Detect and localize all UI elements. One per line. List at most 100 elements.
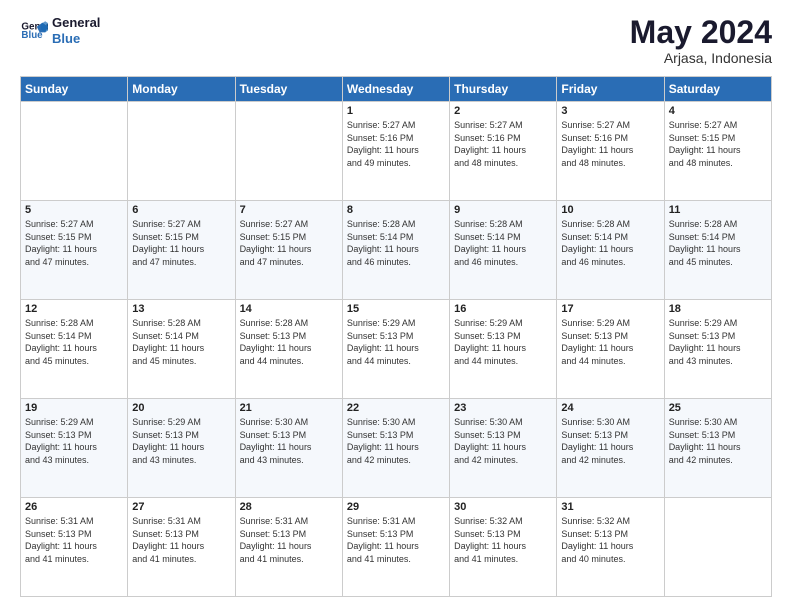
calendar-cell: 12 Sunrise: 5:28 AM Sunset: 5:14 PM Dayli… [21, 300, 128, 399]
day-info: Sunrise: 5:32 AM Sunset: 5:13 PM Dayligh… [561, 515, 659, 565]
calendar-cell: 5 Sunrise: 5:27 AM Sunset: 5:15 PM Daylig… [21, 201, 128, 300]
day-number: 8 [347, 204, 445, 216]
calendar-cell: 30 Sunrise: 5:32 AM Sunset: 5:13 PM Dayli… [450, 498, 557, 597]
header: General Blue General Blue May 2024 Arjas… [20, 15, 772, 66]
day-info: Sunrise: 5:28 AM Sunset: 5:14 PM Dayligh… [454, 218, 552, 268]
day-number: 23 [454, 402, 552, 414]
calendar-cell: 16 Sunrise: 5:29 AM Sunset: 5:13 PM Dayli… [450, 300, 557, 399]
day-info: Sunrise: 5:28 AM Sunset: 5:13 PM Dayligh… [240, 317, 338, 367]
calendar-cell: 14 Sunrise: 5:28 AM Sunset: 5:13 PM Dayli… [235, 300, 342, 399]
calendar-cell [128, 102, 235, 201]
day-info: Sunrise: 5:31 AM Sunset: 5:13 PM Dayligh… [132, 515, 230, 565]
calendar-cell: 21 Sunrise: 5:30 AM Sunset: 5:13 PM Dayli… [235, 399, 342, 498]
calendar-cell: 23 Sunrise: 5:30 AM Sunset: 5:13 PM Dayli… [450, 399, 557, 498]
week-row-4: 19 Sunrise: 5:29 AM Sunset: 5:13 PM Dayli… [21, 399, 772, 498]
calendar-cell [235, 102, 342, 201]
day-info: Sunrise: 5:30 AM Sunset: 5:13 PM Dayligh… [240, 416, 338, 466]
day-info: Sunrise: 5:31 AM Sunset: 5:13 PM Dayligh… [25, 515, 123, 565]
day-number: 17 [561, 303, 659, 315]
week-row-5: 26 Sunrise: 5:31 AM Sunset: 5:13 PM Dayli… [21, 498, 772, 597]
day-number: 26 [25, 501, 123, 513]
day-info: Sunrise: 5:29 AM Sunset: 5:13 PM Dayligh… [669, 317, 767, 367]
day-info: Sunrise: 5:29 AM Sunset: 5:13 PM Dayligh… [561, 317, 659, 367]
day-number: 24 [561, 402, 659, 414]
day-number: 31 [561, 501, 659, 513]
header-thursday: Thursday [450, 77, 557, 102]
day-info: Sunrise: 5:27 AM Sunset: 5:16 PM Dayligh… [561, 119, 659, 169]
day-number: 25 [669, 402, 767, 414]
calendar-cell: 9 Sunrise: 5:28 AM Sunset: 5:14 PM Daylig… [450, 201, 557, 300]
day-info: Sunrise: 5:28 AM Sunset: 5:14 PM Dayligh… [347, 218, 445, 268]
day-number: 30 [454, 501, 552, 513]
calendar-cell: 15Sunrise: 5:29 AM Sunset: 5:13 PM Dayli… [342, 300, 449, 399]
day-number: 10 [561, 204, 659, 216]
header-saturday: Saturday [664, 77, 771, 102]
day-number: 5 [25, 204, 123, 216]
day-info: Sunrise: 5:27 AM Sunset: 5:15 PM Dayligh… [25, 218, 123, 268]
day-info: Sunrise: 5:29 AM Sunset: 5:13 PM Dayligh… [132, 416, 230, 466]
calendar-cell: 24 Sunrise: 5:30 AM Sunset: 5:13 PM Dayli… [557, 399, 664, 498]
day-info: Sunrise: 5:27 AM Sunset: 5:15 PM Dayligh… [240, 218, 338, 268]
calendar-cell: 13Sunrise: 5:28 AM Sunset: 5:14 PM Dayli… [128, 300, 235, 399]
day-info: Sunrise: 5:29 AM Sunset: 5:13 PM Dayligh… [454, 317, 552, 367]
month-title: May 2024 [630, 15, 772, 50]
day-info: Sunrise: 5:32 AM Sunset: 5:13 PM Dayligh… [454, 515, 552, 565]
calendar-cell: 7 Sunrise: 5:27 AM Sunset: 5:15 PM Daylig… [235, 201, 342, 300]
week-row-3: 12 Sunrise: 5:28 AM Sunset: 5:14 PM Dayli… [21, 300, 772, 399]
week-row-2: 5 Sunrise: 5:27 AM Sunset: 5:15 PM Daylig… [21, 201, 772, 300]
day-number: 1 [347, 105, 445, 117]
calendar-cell: 3Sunrise: 5:27 AM Sunset: 5:16 PM Daylig… [557, 102, 664, 201]
calendar-cell [664, 498, 771, 597]
calendar-cell: 17 Sunrise: 5:29 AM Sunset: 5:13 PM Dayli… [557, 300, 664, 399]
day-info: Sunrise: 5:28 AM Sunset: 5:14 PM Dayligh… [132, 317, 230, 367]
header-sunday: Sunday [21, 77, 128, 102]
day-number: 16 [454, 303, 552, 315]
day-number: 4 [669, 105, 767, 117]
calendar-cell: 6 Sunrise: 5:27 AM Sunset: 5:15 PM Daylig… [128, 201, 235, 300]
calendar-cell: 11Sunrise: 5:28 AM Sunset: 5:14 PM Dayli… [664, 201, 771, 300]
calendar-cell: 26 Sunrise: 5:31 AM Sunset: 5:13 PM Dayli… [21, 498, 128, 597]
calendar-cell: 31 Sunrise: 5:32 AM Sunset: 5:13 PM Dayli… [557, 498, 664, 597]
day-info: Sunrise: 5:30 AM Sunset: 5:13 PM Dayligh… [669, 416, 767, 466]
day-info: Sunrise: 5:27 AM Sunset: 5:16 PM Dayligh… [347, 119, 445, 169]
day-info: Sunrise: 5:27 AM Sunset: 5:15 PM Dayligh… [132, 218, 230, 268]
title-block: May 2024 Arjasa, Indonesia [630, 15, 772, 66]
day-info: Sunrise: 5:31 AM Sunset: 5:13 PM Dayligh… [347, 515, 445, 565]
day-info: Sunrise: 5:30 AM Sunset: 5:13 PM Dayligh… [561, 416, 659, 466]
day-number: 27 [132, 501, 230, 513]
day-number: 14 [240, 303, 338, 315]
header-monday: Monday [128, 77, 235, 102]
week-row-1: 1 Sunrise: 5:27 AM Sunset: 5:16 PM Daylig… [21, 102, 772, 201]
day-number: 12 [25, 303, 123, 315]
day-number: 2 [454, 105, 552, 117]
day-number: 19 [25, 402, 123, 414]
day-number: 6 [132, 204, 230, 216]
day-info: Sunrise: 5:28 AM Sunset: 5:14 PM Dayligh… [25, 317, 123, 367]
day-number: 21 [240, 402, 338, 414]
calendar-page: General Blue General Blue May 2024 Arjas… [0, 0, 792, 612]
calendar-cell: 10 Sunrise: 5:28 AM Sunset: 5:14 PM Dayli… [557, 201, 664, 300]
header-tuesday: Tuesday [235, 77, 342, 102]
day-number: 28 [240, 501, 338, 513]
day-info: Sunrise: 5:30 AM Sunset: 5:13 PM Dayligh… [454, 416, 552, 466]
calendar-cell: 8 Sunrise: 5:28 AM Sunset: 5:14 PM Daylig… [342, 201, 449, 300]
day-number: 29 [347, 501, 445, 513]
day-number: 18 [669, 303, 767, 315]
header-wednesday: Wednesday [342, 77, 449, 102]
calendar-cell: 25 Sunrise: 5:30 AM Sunset: 5:13 PM Dayli… [664, 399, 771, 498]
calendar-cell: 29 Sunrise: 5:31 AM Sunset: 5:13 PM Dayli… [342, 498, 449, 597]
calendar-cell: 27 Sunrise: 5:31 AM Sunset: 5:13 PM Dayli… [128, 498, 235, 597]
day-number: 15 [347, 303, 445, 315]
day-info: Sunrise: 5:31 AM Sunset: 5:13 PM Dayligh… [240, 515, 338, 565]
calendar-cell: 1 Sunrise: 5:27 AM Sunset: 5:16 PM Daylig… [342, 102, 449, 201]
day-info: Sunrise: 5:28 AM Sunset: 5:14 PM Dayligh… [561, 218, 659, 268]
calendar-cell: 4Sunrise: 5:27 AM Sunset: 5:15 PM Daylig… [664, 102, 771, 201]
calendar-cell: 20 Sunrise: 5:29 AM Sunset: 5:13 PM Dayli… [128, 399, 235, 498]
day-number: 20 [132, 402, 230, 414]
day-info: Sunrise: 5:30 AM Sunset: 5:13 PM Dayligh… [347, 416, 445, 466]
calendar-cell: 28 Sunrise: 5:31 AM Sunset: 5:13 PM Dayli… [235, 498, 342, 597]
day-number: 7 [240, 204, 338, 216]
day-number: 9 [454, 204, 552, 216]
day-info: Sunrise: 5:27 AM Sunset: 5:16 PM Dayligh… [454, 119, 552, 169]
day-number: 11 [669, 204, 767, 216]
